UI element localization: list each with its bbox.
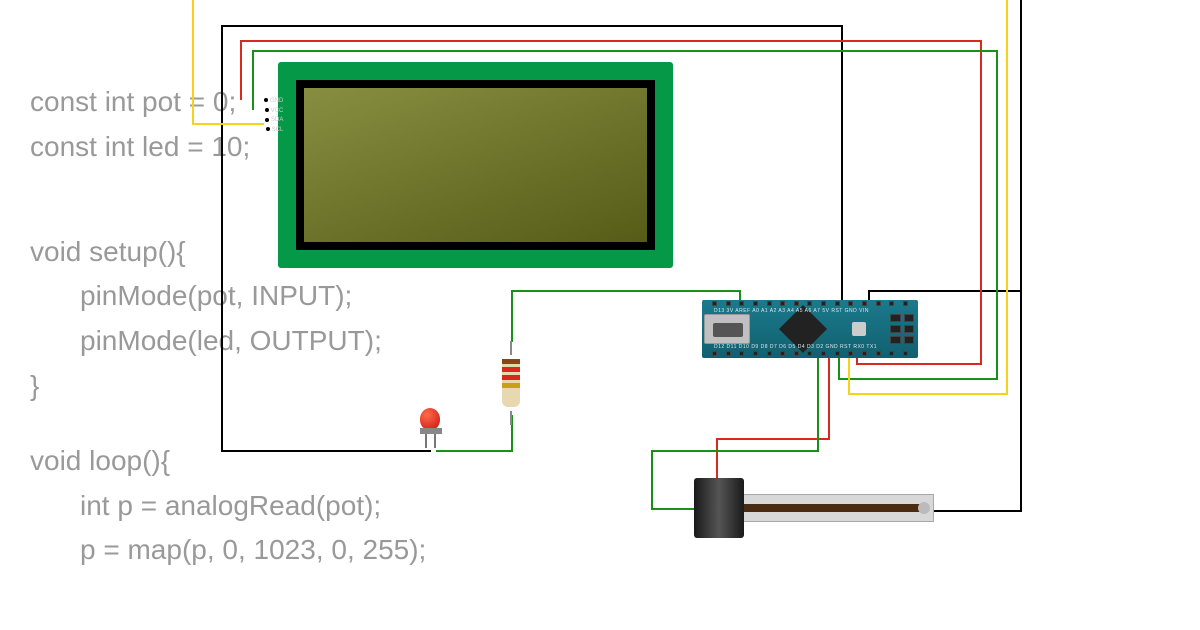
wire-sda <box>838 358 840 380</box>
pin-labels-bottom: D12 D11 D10 D9 D8 D7 D6 D5 D4 D3 D2 GND … <box>714 344 888 350</box>
wire-gnd <box>841 25 843 300</box>
pin-header-bottom <box>712 351 908 357</box>
wire-pot-wiper <box>716 438 830 440</box>
wire-vcc <box>980 40 982 365</box>
wire-vcc <box>856 358 858 365</box>
wire-vcc <box>856 363 982 365</box>
icsp-header <box>890 314 914 344</box>
lcd-bezel <box>296 80 655 250</box>
wire-gnd <box>221 450 431 452</box>
pot-slot <box>742 504 922 512</box>
wire-led-signal <box>511 290 513 342</box>
wire-pot-signal <box>817 358 819 452</box>
wire-gnd <box>868 290 1022 292</box>
wire-scl <box>192 123 264 125</box>
screw-icon <box>918 502 930 514</box>
led-bulb-icon <box>420 408 440 430</box>
wire-sda <box>252 50 996 52</box>
slide-potentiometer <box>694 478 934 538</box>
wire-scl <box>1006 0 1008 395</box>
wire-vcc <box>240 40 242 100</box>
wire-scl <box>848 393 1008 395</box>
wire-vcc <box>240 40 980 42</box>
lcd-screen <box>304 88 647 242</box>
usb-port-icon <box>704 314 750 344</box>
lcd-display: GND VCC SDA SCL <box>278 62 673 268</box>
wire-gnd <box>930 510 1022 512</box>
wire-gnd <box>1020 0 1022 510</box>
pin-header-top <box>712 301 908 307</box>
resistor-body <box>502 359 520 407</box>
lcd-i2c-pins: GND VCC SDA SCL <box>264 97 283 135</box>
wire-sda <box>996 50 998 380</box>
wire-led-signal <box>436 450 512 452</box>
wire-gnd <box>221 25 841 27</box>
led-component <box>420 408 442 438</box>
resistor-component <box>502 353 520 413</box>
wire-pot-wiper <box>828 358 830 438</box>
pin-labels-top: D13 3V AREF A0 A1 A2 A3 A4 A5 A6 A7 5V R… <box>714 308 888 314</box>
wire-gnd <box>221 25 223 450</box>
wire-pot-signal <box>651 450 653 508</box>
wire-pot-signal <box>651 450 819 452</box>
wire-sda <box>838 378 998 380</box>
reset-button-icon <box>852 322 866 336</box>
wire-led-signal <box>511 290 739 292</box>
arduino-nano: D13 3V AREF A0 A1 A2 A3 A4 A5 A6 A7 5V R… <box>702 300 918 358</box>
wire-scl <box>192 0 194 125</box>
pot-knob <box>694 478 744 538</box>
circuit-diagram: GND VCC SDA SCL D13 3V AREF A0 A1 A2 A3 … <box>0 0 1200 630</box>
wire-sda <box>252 50 254 110</box>
wire-scl <box>848 358 850 395</box>
